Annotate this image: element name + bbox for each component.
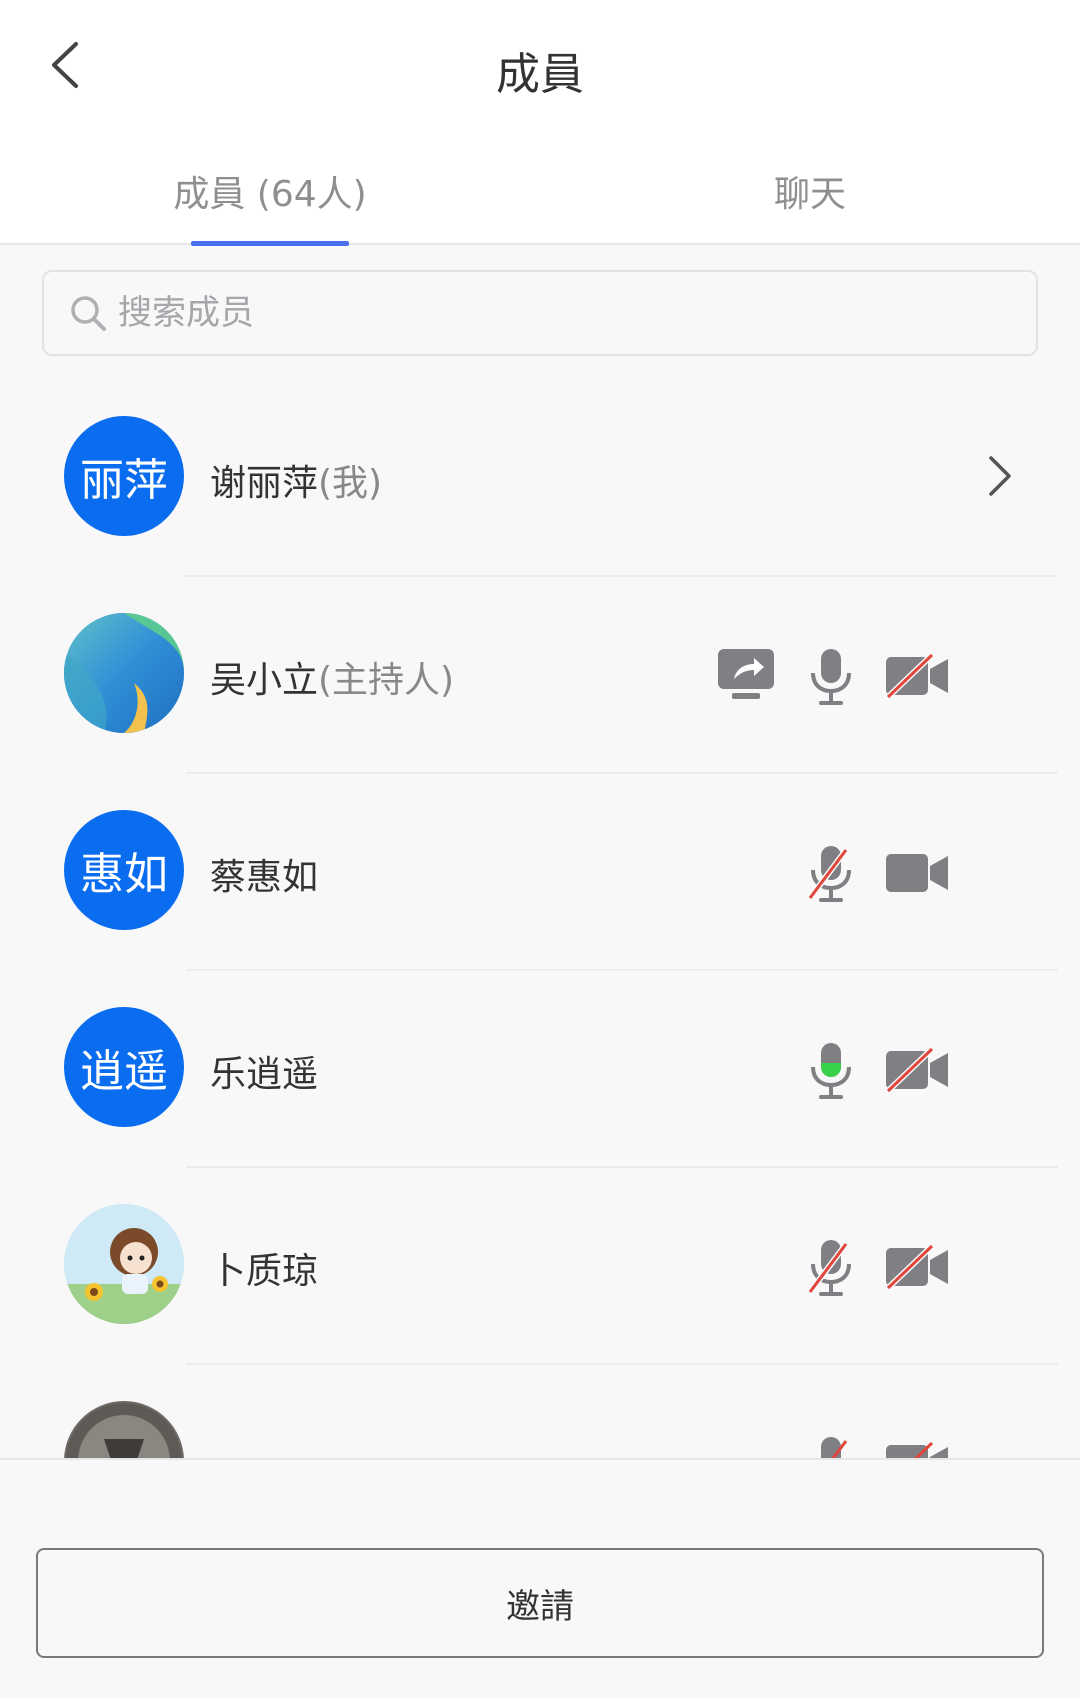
camera-off-icon xyxy=(885,1047,948,1093)
member-name: 谢丽萍(我) xyxy=(210,454,382,506)
member-name-text: 卜质琼 xyxy=(210,1251,319,1292)
header: 成員 成員 (64人) 聊天 xyxy=(0,0,1080,246)
member-row[interactable]: 吴小立(主持人) xyxy=(0,577,1080,774)
microphone-off-icon xyxy=(807,846,851,902)
camera-off-icon xyxy=(885,1244,948,1290)
tab-active-indicator xyxy=(191,241,349,246)
avatar: 惠如 xyxy=(64,810,184,930)
member-name: 吴小立(主持人) xyxy=(210,651,454,703)
page-title: 成員 xyxy=(496,49,584,100)
screen-share-icon xyxy=(718,649,774,699)
member-row[interactable]: 丽萍 谢丽萍(我) xyxy=(0,380,1080,577)
search-icon xyxy=(71,296,106,331)
member-name-text: 谢丽萍 xyxy=(210,463,319,504)
member-name: 乐逍遥 xyxy=(210,1045,318,1097)
microphone-off-icon xyxy=(821,1437,848,1458)
member-row[interactable]: 惠如 蔡惠如 xyxy=(0,774,1080,971)
member-name-text: 吴小立 xyxy=(210,660,319,701)
avatar-image xyxy=(64,1401,184,1458)
chevron-right-icon[interactable] xyxy=(985,454,1015,498)
member-role: (主持人) xyxy=(318,660,455,701)
avatar: 逍遥 xyxy=(64,1007,184,1127)
member-name: 蔡惠如 xyxy=(210,848,318,900)
microphone-speaking-icon xyxy=(811,1043,851,1099)
member-name: 卜质琼 xyxy=(210,1242,318,1294)
tab-chat[interactable]: 聊天 xyxy=(690,165,930,245)
search-box[interactable] xyxy=(42,270,1038,356)
invite-button[interactable]: 邀請 xyxy=(36,1548,1044,1658)
member-row[interactable]: 卜质琼 xyxy=(0,1168,1080,1365)
camera-off-icon xyxy=(885,653,948,699)
camera-icon xyxy=(886,854,948,892)
member-row[interactable]: 逍遥 乐逍遥 xyxy=(0,971,1080,1168)
avatar-image xyxy=(64,1204,184,1324)
search-input[interactable] xyxy=(118,293,1036,333)
abstract-wallpaper-icon xyxy=(64,613,184,733)
emblem-badge-icon xyxy=(66,1403,182,1458)
tab-members[interactable]: 成員 (64人) xyxy=(120,165,420,245)
avatar-image xyxy=(64,613,184,733)
member-list[interactable]: 丽萍 谢丽萍(我) 吴小立(主持人) 惠如 蔡惠如 逍遥 乐逍遥 卜质琼 xyxy=(0,380,1080,1458)
member-row[interactable] xyxy=(0,1365,1080,1458)
bottom-bar: 邀請 xyxy=(0,1458,1080,1698)
avatar: 丽萍 xyxy=(64,416,184,536)
camera-off-icon xyxy=(886,1441,948,1458)
member-name-text: 乐逍遥 xyxy=(210,1054,319,1095)
member-name-text: 蔡惠如 xyxy=(210,857,319,898)
microphone-icon xyxy=(811,649,851,705)
member-role: (我) xyxy=(318,463,383,504)
microphone-off-icon xyxy=(807,1240,851,1296)
cartoon-girl-icon xyxy=(64,1204,184,1324)
